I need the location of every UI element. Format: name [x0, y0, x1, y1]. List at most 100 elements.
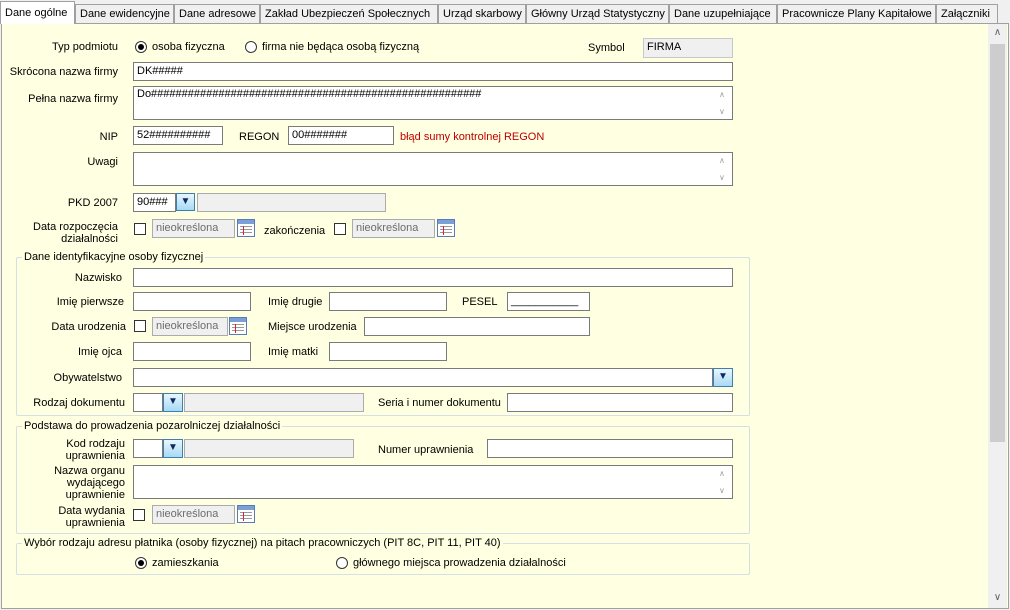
date-end-checkbox[interactable]	[334, 223, 346, 235]
birth-date-checkbox[interactable]	[134, 320, 146, 332]
chevron-down-icon[interactable]: ∨	[719, 107, 725, 116]
father-name-input[interactable]	[133, 342, 251, 361]
issue-date-label: Data wydania uprawnienia	[20, 505, 125, 529]
citizenship-label: Obywatelstwo	[53, 372, 122, 384]
pesel-label: PESEL	[462, 296, 498, 308]
tab-dane-ogolne[interactable]: Dane ogólne	[0, 1, 75, 24]
uwagi-textarea[interactable]: ∧ ∨	[133, 152, 733, 186]
second-name-label: Imię drugie	[268, 296, 323, 308]
radio-osoba-fizyczna-label[interactable]: osoba fizyczna	[152, 41, 225, 53]
radio-glownego-miejsca[interactable]	[336, 557, 348, 569]
tab-dane-adresowe[interactable]: Dane adresowe	[174, 4, 260, 23]
kod-select[interactable]	[133, 439, 163, 458]
mother-name-label: Imię matki	[268, 346, 319, 358]
calendar-icon[interactable]	[437, 219, 455, 237]
doc-number-input[interactable]	[507, 393, 733, 412]
first-name-input[interactable]	[133, 292, 251, 311]
father-name-label: Imię ojca	[77, 346, 122, 358]
radio-osoba-fizyczna[interactable]	[135, 41, 147, 53]
chevron-up-icon[interactable]: ∧	[719, 156, 725, 165]
kod-label-line1: Kod rodzaju	[66, 438, 125, 450]
date-start-input[interactable]: nieokreślona	[152, 219, 235, 238]
vertical-scrollbar[interactable]: ∧ ∨	[988, 24, 1007, 608]
calendar-icon[interactable]	[237, 505, 255, 523]
radio-zamieszkania[interactable]	[135, 557, 147, 569]
calendar-icon[interactable]	[237, 219, 255, 237]
doc-number-label: Seria i numer dokumentu	[378, 397, 501, 409]
tab-dane-uzupelniajace[interactable]: Dane uzupełniające	[669, 4, 777, 23]
radio-firma[interactable]	[245, 41, 257, 53]
type-label: Typ podmiotu	[51, 41, 118, 53]
scroll-down-icon[interactable]: ∨	[988, 589, 1007, 607]
address-choice-legend: Wybór rodzaju adresu płatnika (osoby fiz…	[22, 537, 503, 549]
tab-zus[interactable]: Zakład Ubezpieczeń Społecznych	[260, 4, 438, 23]
symbol-field: FIRMA	[643, 38, 733, 58]
birth-place-input[interactable]	[364, 317, 590, 336]
pesel-input[interactable]: ___________	[507, 292, 590, 311]
pkd-description-field	[197, 193, 386, 212]
full-name-textarea[interactable]: Do######################################…	[133, 86, 733, 120]
organ-textarea[interactable]: ∧ ∨	[133, 465, 733, 499]
nip-label: NIP	[99, 131, 118, 143]
tab-dane-ewidencyjne[interactable]: Dane ewidencyjne	[75, 4, 174, 23]
birth-date-label: Data urodzenia	[51, 321, 126, 333]
chevron-down-icon[interactable]: ∨	[719, 486, 725, 495]
citizenship-dropdown-button[interactable]: ▼	[713, 368, 733, 387]
regon-error: błąd sumy kontrolnej REGON	[400, 131, 545, 143]
kod-label-line2: uprawnienia	[65, 450, 125, 462]
date-end-input[interactable]: nieokreślona	[352, 219, 435, 238]
radio-glownego-miejsca-label[interactable]: głównego miejsca prowadzenia działalnośc…	[353, 557, 566, 569]
tab-urzad-skarbowy[interactable]: Urząd skarbowy	[438, 4, 526, 23]
radio-zamieszkania-label[interactable]: zamieszkania	[152, 557, 219, 569]
regon-label: REGON	[239, 131, 280, 143]
surname-label: Nazwisko	[74, 272, 122, 284]
doc-type-dropdown-button[interactable]: ▼	[163, 393, 183, 412]
tab-ppk[interactable]: Pracownicze Plany Kapitałowe	[777, 4, 936, 23]
numer-input[interactable]	[487, 439, 733, 458]
date-start-checkbox[interactable]	[134, 223, 146, 235]
tab-gus[interactable]: Główny Urząd Statystyczny	[526, 4, 669, 23]
citizenship-select[interactable]	[133, 368, 713, 387]
basis-group-legend: Podstawa do prowadzenia pozarolniczej dz…	[22, 420, 283, 432]
full-name-scrollbar[interactable]: ∧ ∨	[716, 87, 732, 119]
chevron-down-icon[interactable]: ∨	[719, 173, 725, 182]
uwagi-label: Uwagi	[87, 156, 118, 168]
date-start-label: Data rozpoczęcia działalności	[4, 221, 118, 245]
organ-scrollbar[interactable]: ∧ ∨	[716, 466, 732, 498]
scroll-up-icon[interactable]: ∧	[988, 24, 1007, 42]
pkd-dropdown-button[interactable]: ▼	[176, 193, 195, 211]
radio-firma-label[interactable]: firma nie będąca osobą fizyczną	[262, 41, 419, 53]
kod-description	[184, 439, 354, 458]
issue-date-checkbox[interactable]	[133, 509, 145, 521]
kod-dropdown-button[interactable]: ▼	[163, 439, 183, 458]
second-name-input[interactable]	[329, 292, 447, 311]
doc-type-description	[184, 393, 364, 412]
uwagi-scrollbar[interactable]: ∧ ∨	[716, 153, 732, 185]
person-group-legend: Dane identyfikacyjne osoby fizycznej	[22, 251, 206, 263]
birth-date-input[interactable]: nieokreślona	[152, 317, 228, 336]
short-name-input[interactable]: DK#####	[133, 62, 733, 81]
date-start-label-line2: działalności	[61, 233, 118, 245]
kod-label: Kod rodzaju uprawnienia	[20, 438, 125, 462]
doc-type-select[interactable]	[133, 393, 163, 412]
regon-input[interactable]: 00#######	[288, 126, 394, 145]
surname-input[interactable]	[133, 268, 733, 287]
calendar-icon[interactable]	[229, 317, 247, 335]
organ-label-line3: uprawnienie	[65, 489, 125, 501]
issue-date-label-line2: uprawnienia	[65, 517, 125, 529]
issue-date-label-line1: Data wydania	[58, 505, 125, 517]
full-name-value: Do######################################…	[137, 88, 482, 100]
date-start-label-line1: Data rozpoczęcia	[33, 221, 118, 233]
organ-label-line2: wydającego	[66, 477, 125, 489]
numer-label: Numer uprawnienia	[378, 444, 474, 456]
chevron-up-icon[interactable]: ∧	[719, 469, 725, 478]
scroll-thumb[interactable]	[990, 44, 1005, 442]
chevron-up-icon[interactable]: ∧	[719, 90, 725, 99]
full-name-label: Pełna nazwa firmy	[28, 93, 118, 105]
nip-input[interactable]: 52##########	[133, 126, 223, 145]
issue-date-input[interactable]: nieokreślona	[152, 505, 235, 524]
tab-zalaczniki[interactable]: Załączniki	[936, 4, 998, 23]
mother-name-input[interactable]	[329, 342, 447, 361]
pkd-input[interactable]: 90###	[133, 193, 176, 212]
organ-label: Nazwa organu wydającego uprawnienie	[20, 465, 125, 501]
